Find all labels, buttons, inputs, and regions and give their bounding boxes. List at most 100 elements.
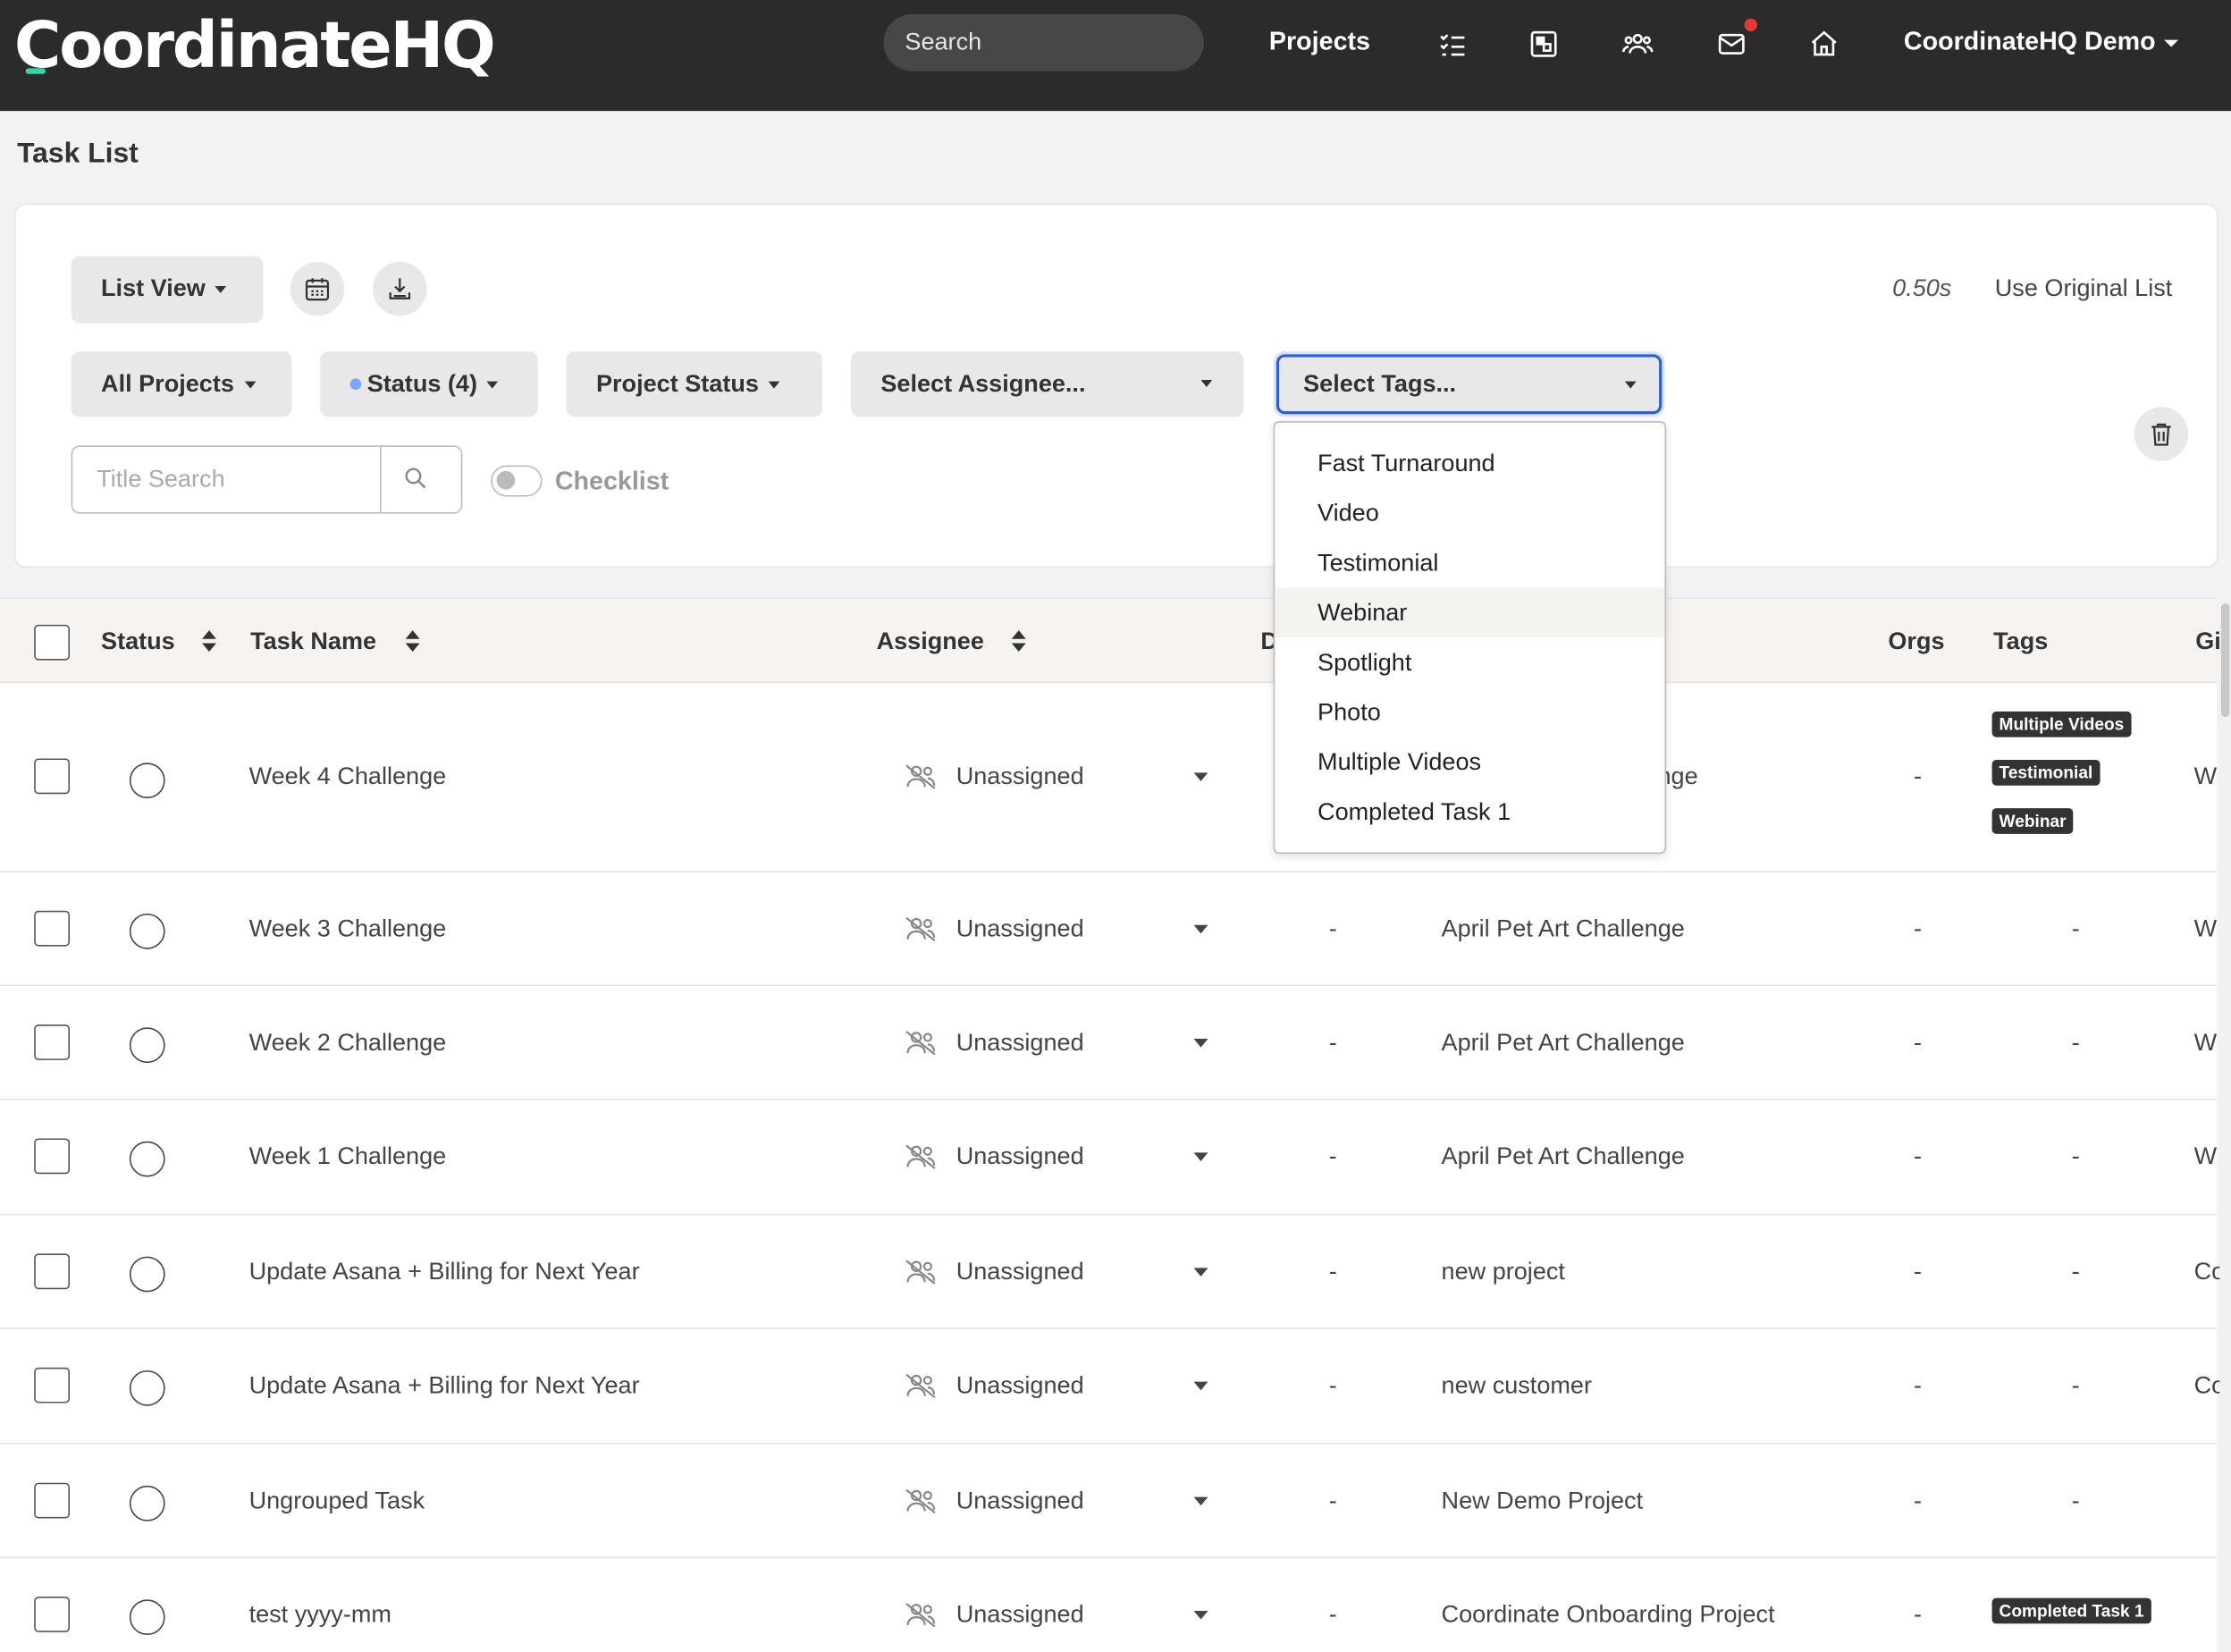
assignee-dropdown-icon[interactable] — [1193, 1496, 1208, 1506]
all-projects-dropdown[interactable]: All Projects — [71, 351, 292, 417]
assignee-name[interactable]: Unassigned — [956, 1601, 1084, 1630]
assignee-dropdown-icon[interactable] — [1193, 1610, 1208, 1620]
calendar-view-button[interactable] — [290, 261, 345, 316]
tag-option-hovered[interactable]: Webinar — [1275, 587, 1665, 638]
assignee-name[interactable]: Unassigned — [956, 763, 1084, 791]
table-row[interactable]: test yyyy-mm Unassigned - Coordinate Onb… — [0, 1558, 2218, 1652]
assignee-dropdown-icon[interactable] — [1193, 924, 1208, 934]
tag-option[interactable]: Video — [1275, 488, 1664, 538]
status-toggle[interactable] — [129, 1599, 165, 1636]
checklist-toggle[interactable] — [491, 465, 543, 497]
project-name[interactable]: Coordinate Onboarding Project — [1442, 1601, 1775, 1630]
task-name[interactable]: Week 4 Challenge — [249, 763, 447, 791]
status-toggle[interactable] — [129, 1256, 165, 1293]
assignee-dropdown-icon[interactable] — [1193, 1152, 1208, 1161]
task-name[interactable]: Ungrouped Task — [249, 1487, 425, 1515]
row-checkbox[interactable] — [34, 1024, 70, 1060]
nav-projects-link[interactable]: Projects — [1269, 27, 1370, 56]
task-name[interactable]: Update Asana + Billing for Next Year — [249, 1372, 640, 1401]
task-name[interactable]: Week 2 Challenge — [249, 1029, 447, 1058]
column-header-assignee[interactable]: Assignee — [877, 628, 984, 656]
status-toggle[interactable] — [129, 913, 165, 949]
inbox-icon[interactable] — [1716, 29, 1747, 60]
table-row[interactable]: Week 3 Challenge Unassigned - April Pet … — [0, 872, 2217, 987]
project-name[interactable]: new project — [1442, 1258, 1565, 1286]
project-status-dropdown[interactable]: Project Status — [566, 351, 823, 417]
row-checkbox[interactable] — [34, 1597, 70, 1632]
team-icon[interactable] — [1621, 29, 1656, 60]
tag-option[interactable]: Testimonial — [1275, 538, 1664, 588]
tag-option[interactable]: Fast Turnaround — [1275, 438, 1664, 488]
status-toggle[interactable] — [129, 1141, 165, 1177]
row-checkbox[interactable] — [34, 910, 70, 947]
table-row[interactable]: Week 4 Challenge Unassigned nge - Multip… — [0, 683, 2217, 872]
column-header-task-name[interactable]: Task Name — [250, 628, 376, 656]
task-name[interactable]: Week 1 Challenge — [249, 1142, 447, 1171]
assignee-name[interactable]: Unassigned — [956, 1372, 1084, 1401]
due-date[interactable]: - — [1329, 1372, 1337, 1401]
table-scrollbar[interactable] — [2219, 600, 2231, 1652]
table-row[interactable]: Week 2 Challenge Unassigned - April Pet … — [0, 986, 2217, 1100]
due-date[interactable]: - — [1329, 1029, 1337, 1058]
app-logo[interactable]: CoordinateHQ — [14, 5, 496, 85]
row-checkbox[interactable] — [34, 1482, 70, 1519]
column-header-orgs[interactable]: Orgs — [1888, 628, 1944, 656]
clear-filters-button[interactable] — [2134, 407, 2189, 461]
global-search-input[interactable]: Search — [883, 13, 1204, 72]
tags-select[interactable]: Select Tags... — [1275, 354, 1663, 415]
sort-assignee-icon[interactable] — [1011, 630, 1026, 653]
home-icon[interactable] — [1808, 29, 1840, 60]
title-search-input[interactable]: Title Search — [72, 446, 382, 513]
assignee-name[interactable]: Unassigned — [956, 1142, 1084, 1171]
board-icon[interactable] — [1528, 29, 1560, 60]
tag-option[interactable]: Completed Task 1 — [1275, 787, 1664, 837]
status-toggle[interactable] — [129, 1485, 165, 1521]
user-menu[interactable]: CoordinateHQ Demo — [1904, 27, 2179, 56]
status-filter-dropdown[interactable]: Status (4) — [320, 351, 538, 417]
assignee-dropdown-icon[interactable] — [1193, 772, 1208, 781]
tag-option[interactable]: Spotlight — [1275, 637, 1664, 687]
assignee-select[interactable]: Select Assignee... — [850, 351, 1244, 417]
row-checkbox[interactable] — [34, 1367, 70, 1403]
column-header-status[interactable]: Status — [101, 628, 175, 656]
sort-task-name-icon[interactable] — [405, 630, 420, 653]
row-checkbox[interactable] — [34, 1138, 70, 1175]
status-toggle[interactable] — [129, 1027, 165, 1064]
view-mode-dropdown[interactable]: List View — [71, 256, 264, 324]
status-toggle[interactable] — [129, 763, 165, 799]
row-checkbox[interactable] — [34, 758, 70, 795]
assignee-name[interactable]: Unassigned — [956, 915, 1084, 944]
due-date[interactable]: - — [1329, 1601, 1337, 1630]
project-name[interactable]: new customer — [1442, 1372, 1592, 1401]
assignee-name[interactable]: Unassigned — [956, 1029, 1084, 1058]
export-button[interactable] — [373, 261, 427, 316]
use-original-list-link[interactable]: Use Original List — [1995, 274, 2173, 303]
select-all-checkbox[interactable] — [34, 624, 70, 661]
project-name[interactable]: April Pet Art Challenge — [1442, 915, 1685, 944]
project-name[interactable]: April Pet Art Challenge — [1442, 1029, 1685, 1058]
assignee-dropdown-icon[interactable] — [1193, 1268, 1208, 1277]
status-toggle[interactable] — [129, 1370, 165, 1406]
task-name[interactable]: Week 3 Challenge — [249, 915, 447, 944]
table-row[interactable]: Ungrouped Task Unassigned - New Demo Pro… — [0, 1444, 2218, 1559]
tag-option[interactable]: Multiple Videos — [1275, 738, 1664, 788]
project-name[interactable]: New Demo Project — [1442, 1487, 1644, 1515]
tag-option[interactable]: Photo — [1275, 687, 1664, 738]
assignee-dropdown-icon[interactable] — [1193, 1039, 1208, 1048]
scrollbar-thumb[interactable] — [2220, 603, 2230, 718]
due-date[interactable]: - — [1329, 915, 1337, 944]
due-date[interactable]: - — [1329, 1258, 1337, 1286]
due-date[interactable]: - — [1329, 1142, 1337, 1171]
assignee-name[interactable]: Unassigned — [956, 1258, 1084, 1286]
table-row[interactable]: Week 1 Challenge Unassigned - April Pet … — [0, 1100, 2217, 1216]
sort-status-icon[interactable] — [202, 630, 216, 653]
assignee-name[interactable]: Unassigned — [956, 1487, 1084, 1515]
column-header-group[interactable]: Gi — [2195, 628, 2221, 656]
title-search-button[interactable] — [402, 466, 431, 494]
assignee-dropdown-icon[interactable] — [1193, 1381, 1208, 1391]
task-list-icon[interactable] — [1437, 29, 1469, 60]
table-row[interactable]: Update Asana + Billing for Next Year Una… — [0, 1215, 2225, 1329]
table-row[interactable]: Update Asana + Billing for Next Year Una… — [0, 1328, 2225, 1445]
project-name[interactable]: April Pet Art Challenge — [1442, 1142, 1685, 1171]
row-checkbox[interactable] — [34, 1253, 70, 1290]
